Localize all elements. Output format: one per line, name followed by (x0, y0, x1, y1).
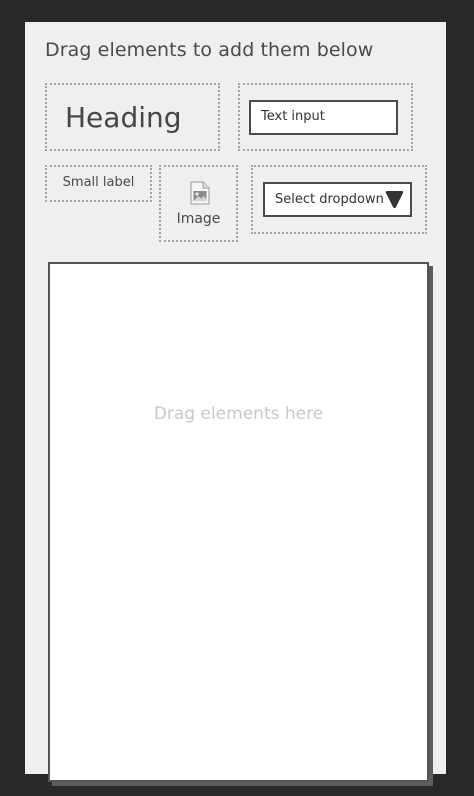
select-dropdown-preview: Select dropdown (263, 182, 412, 217)
palette-image-label: Image (176, 211, 221, 227)
text-input-preview: Text input (249, 100, 398, 135)
palette-image[interactable]: Image (159, 165, 238, 242)
drop-zone-placeholder: Drag elements here (153, 404, 324, 424)
builder-panel: Drag elements to add them below Heading … (25, 22, 446, 782)
palette-text-input[interactable]: Text input (238, 83, 413, 151)
drop-zone[interactable]: Drag elements here (48, 262, 429, 782)
palette-small-label-text: Small label (62, 175, 135, 190)
select-dropdown-label: Select dropdown (275, 192, 384, 207)
palette-heading-label: Heading (65, 101, 182, 134)
triangle-down-icon (385, 191, 404, 209)
instructions-title: Drag elements to add them below (45, 39, 374, 61)
image-file-icon (190, 181, 210, 205)
palette-heading[interactable]: Heading (45, 83, 220, 151)
palette-select-dropdown[interactable]: Select dropdown (251, 165, 427, 234)
palette-small-label[interactable]: Small label (45, 165, 152, 202)
